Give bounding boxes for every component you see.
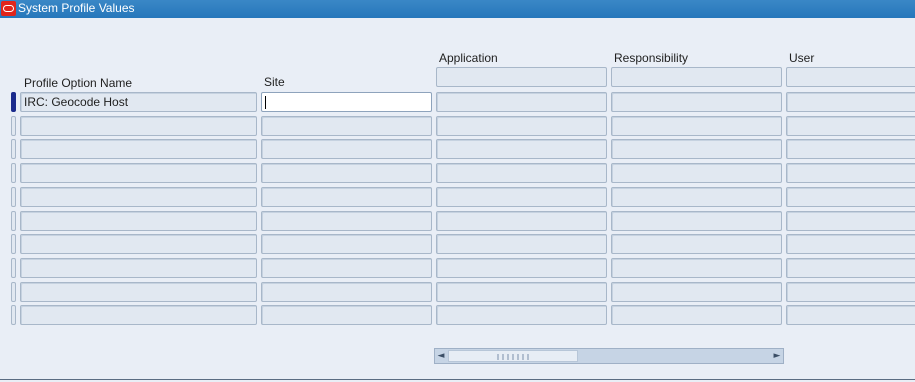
text-cursor bbox=[265, 96, 266, 109]
user-field[interactable] bbox=[786, 211, 915, 231]
application-header-field bbox=[436, 67, 607, 87]
user-field[interactable] bbox=[786, 234, 915, 254]
profile-option-name-field[interactable] bbox=[20, 234, 257, 254]
site-field[interactable] bbox=[261, 116, 432, 136]
row-indicator[interactable] bbox=[11, 282, 16, 302]
oracle-logo-icon bbox=[1, 1, 16, 16]
user-header-field bbox=[786, 67, 915, 87]
site-field[interactable] bbox=[261, 139, 432, 159]
site-field[interactable] bbox=[261, 305, 432, 325]
profile-option-name-field[interactable] bbox=[20, 211, 257, 231]
user-field[interactable] bbox=[786, 305, 915, 325]
application-field[interactable] bbox=[436, 92, 607, 112]
responsibility-field[interactable] bbox=[611, 305, 782, 325]
profile-option-name-field[interactable]: IRC: Geocode Host bbox=[20, 92, 257, 112]
site-field[interactable] bbox=[261, 92, 432, 112]
window-title-bar: System Profile Values bbox=[0, 0, 915, 18]
scroll-right-arrow-icon[interactable]: ► bbox=[772, 351, 782, 361]
row-indicator[interactable] bbox=[11, 211, 16, 231]
application-field[interactable] bbox=[436, 116, 607, 136]
header-site: Site bbox=[264, 75, 285, 89]
site-field[interactable] bbox=[261, 258, 432, 278]
profile-option-name-field[interactable] bbox=[20, 282, 257, 302]
responsibility-header-field bbox=[611, 67, 782, 87]
user-field[interactable] bbox=[786, 258, 915, 278]
responsibility-field[interactable] bbox=[611, 234, 782, 254]
application-field[interactable] bbox=[436, 282, 607, 302]
profile-option-name-field[interactable] bbox=[20, 305, 257, 325]
application-field[interactable] bbox=[436, 139, 607, 159]
application-field[interactable] bbox=[436, 258, 607, 278]
profile-option-name-field[interactable] bbox=[20, 139, 257, 159]
row-indicator[interactable] bbox=[11, 163, 16, 183]
header-responsibility: Responsibility bbox=[614, 51, 689, 65]
horizontal-scrollbar[interactable]: ◄ ► bbox=[434, 348, 784, 364]
application-field[interactable] bbox=[436, 163, 607, 183]
responsibility-field[interactable] bbox=[611, 92, 782, 112]
user-field[interactable] bbox=[786, 163, 915, 183]
scrollbar-grip bbox=[497, 354, 531, 360]
profile-option-name-field[interactable] bbox=[20, 163, 257, 183]
row-indicator[interactable] bbox=[11, 139, 16, 159]
user-field[interactable] bbox=[786, 282, 915, 302]
application-field[interactable] bbox=[436, 211, 607, 231]
responsibility-field[interactable] bbox=[611, 187, 782, 207]
application-field[interactable] bbox=[436, 305, 607, 325]
window-title: System Profile Values bbox=[18, 1, 135, 15]
site-field[interactable] bbox=[261, 211, 432, 231]
site-field[interactable] bbox=[261, 187, 432, 207]
responsibility-field[interactable] bbox=[611, 258, 782, 278]
profile-option-name-field[interactable] bbox=[20, 116, 257, 136]
application-field[interactable] bbox=[436, 234, 607, 254]
row-indicator[interactable] bbox=[11, 258, 16, 278]
header-profile-option-name: Profile Option Name bbox=[24, 76, 133, 90]
application-field[interactable] bbox=[436, 187, 607, 207]
row-indicator[interactable] bbox=[11, 187, 16, 207]
responsibility-field[interactable] bbox=[611, 282, 782, 302]
user-field[interactable] bbox=[786, 92, 915, 112]
row-indicator[interactable] bbox=[11, 305, 16, 325]
row-indicator[interactable] bbox=[11, 116, 16, 136]
site-field[interactable] bbox=[261, 234, 432, 254]
responsibility-field[interactable] bbox=[611, 139, 782, 159]
profile-option-name-field[interactable] bbox=[20, 187, 257, 207]
responsibility-field[interactable] bbox=[611, 163, 782, 183]
scroll-left-arrow-icon[interactable]: ◄ bbox=[436, 351, 446, 361]
row-indicator[interactable] bbox=[11, 234, 16, 254]
header-application: Application bbox=[439, 51, 498, 65]
row-indicator[interactable] bbox=[11, 92, 16, 112]
user-field[interactable] bbox=[786, 187, 915, 207]
status-divider bbox=[0, 379, 915, 380]
scrollbar-thumb[interactable] bbox=[448, 350, 578, 362]
responsibility-field[interactable] bbox=[611, 116, 782, 136]
profile-option-name-field[interactable] bbox=[20, 258, 257, 278]
user-field[interactable] bbox=[786, 116, 915, 136]
site-field[interactable] bbox=[261, 282, 432, 302]
responsibility-field[interactable] bbox=[611, 211, 782, 231]
header-user: User bbox=[789, 51, 815, 65]
user-field[interactable] bbox=[786, 139, 915, 159]
site-field[interactable] bbox=[261, 163, 432, 183]
